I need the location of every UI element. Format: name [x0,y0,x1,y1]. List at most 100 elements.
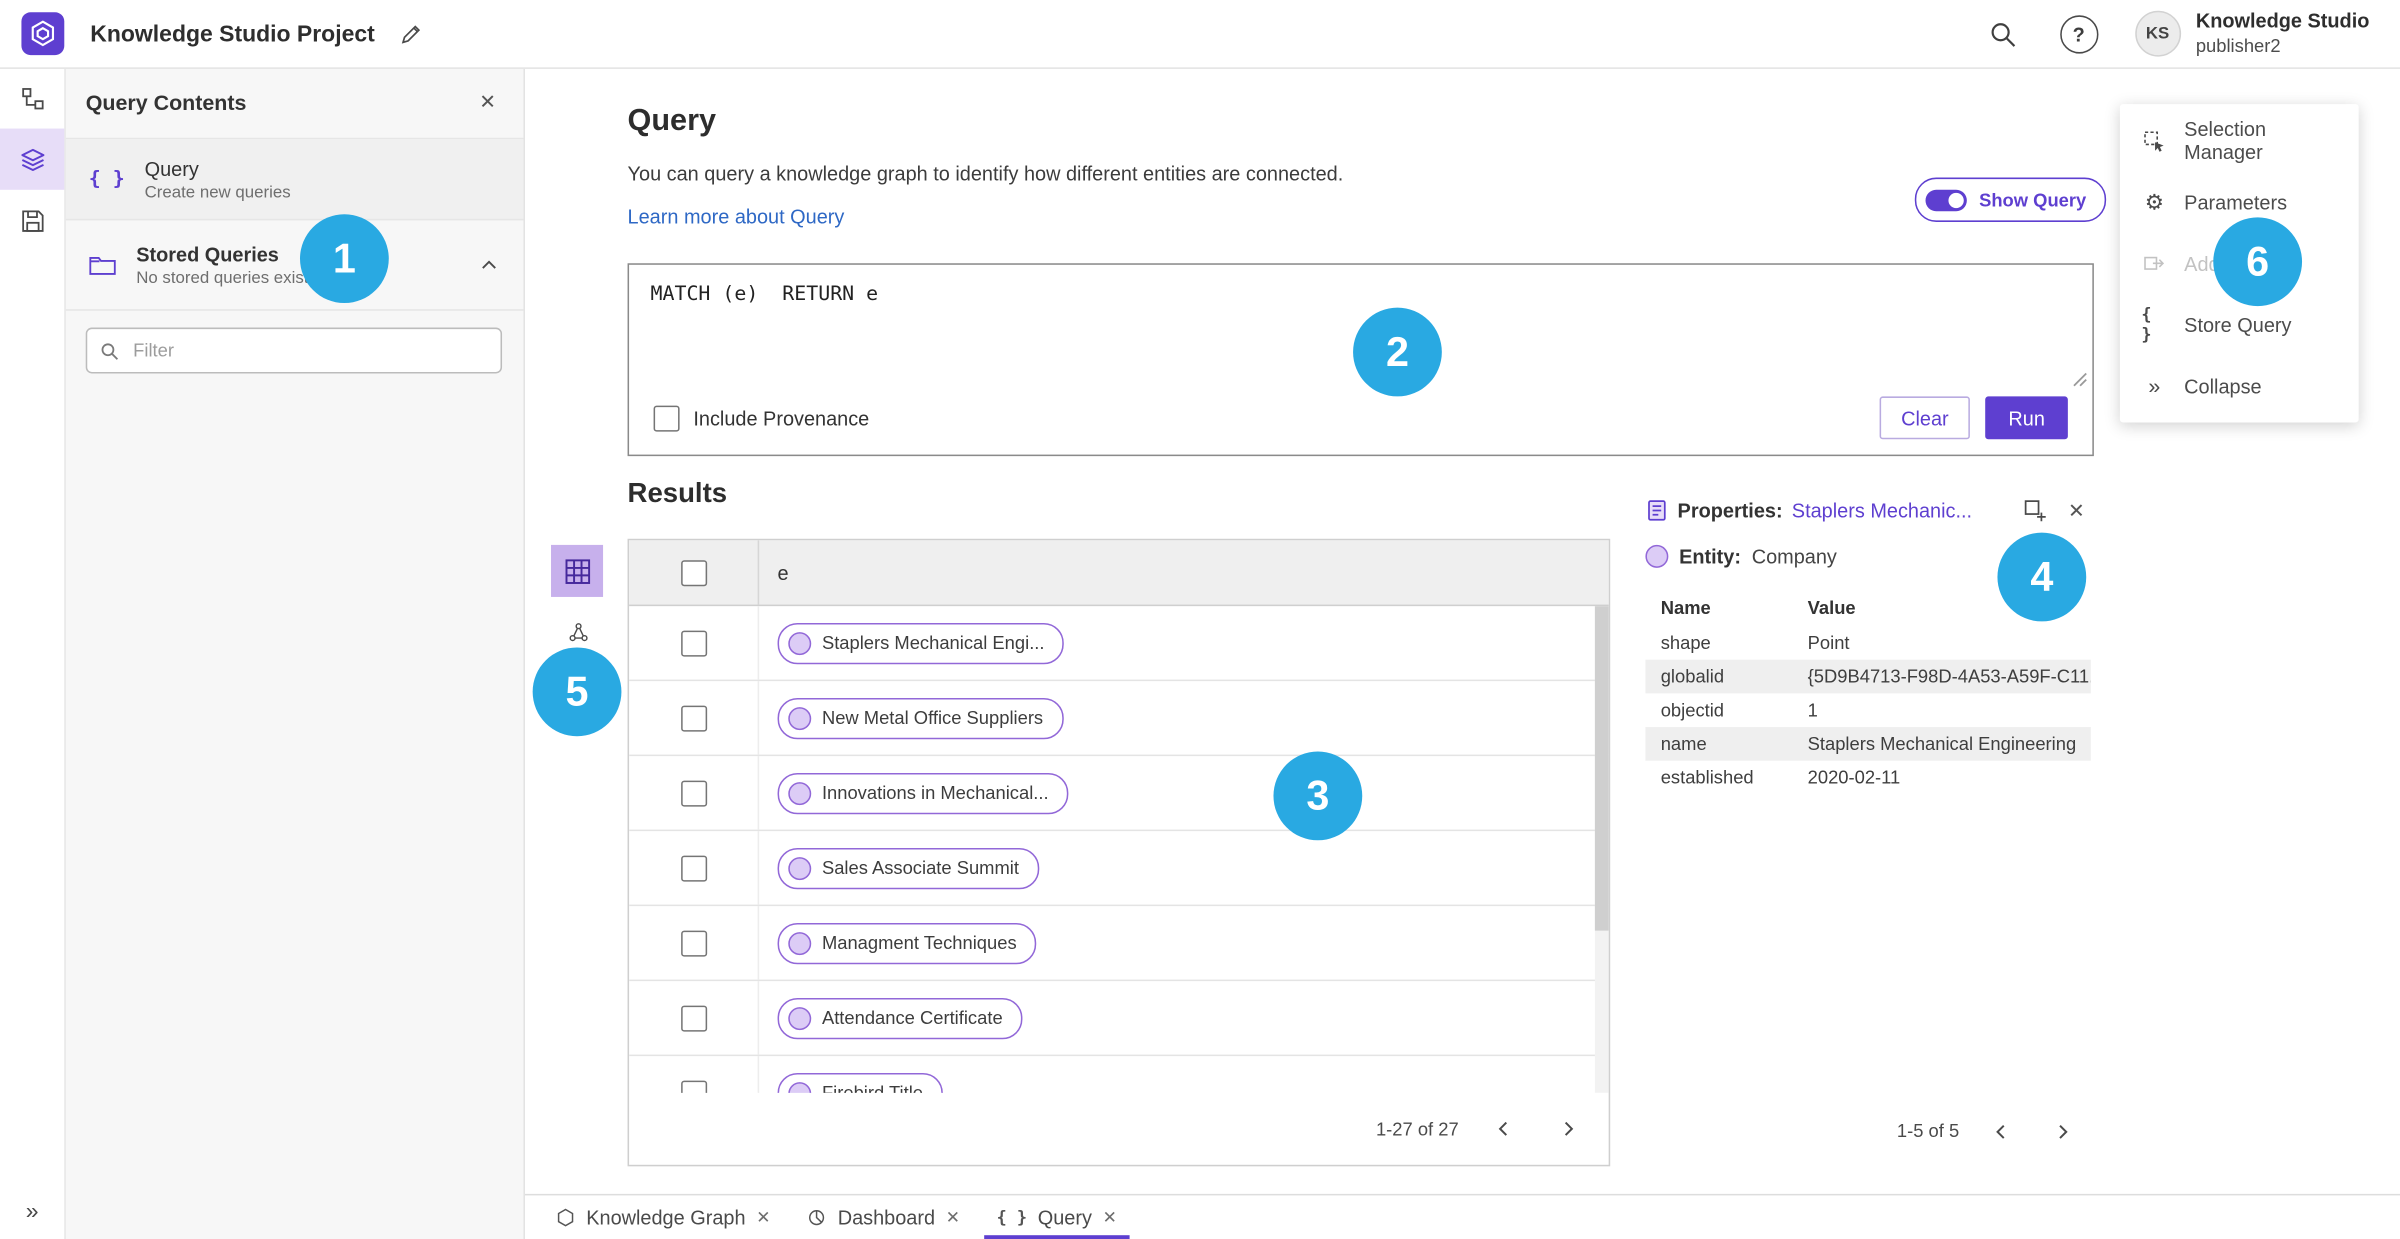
sidebar-item-stored-queries[interactable]: Stored Queries No stored queries exist [64,220,524,311]
close-tab-icon[interactable]: ✕ [946,1207,960,1226]
chevron-up-icon [482,259,496,268]
prev-page-button[interactable] [1981,1111,2021,1151]
left-icon-rail: » [0,67,66,1239]
rail-item-save[interactable] [0,190,64,251]
property-name: established [1660,766,1754,789]
show-query-toggle[interactable]: Show Query [1914,177,2107,222]
toggle-track [1925,189,1967,211]
graph-view-button[interactable] [559,612,599,652]
table-scrollbar-track [1594,606,1609,1093]
clear-button[interactable]: Clear [1879,396,1971,440]
close-tab-icon[interactable]: ✕ [756,1207,770,1226]
show-query-label: Show Query [1979,189,2087,211]
close-tab-icon[interactable]: ✕ [1103,1207,1117,1226]
include-provenance-checkbox[interactable] [653,404,680,431]
main-content: Query You can query a knowledge graph to… [525,67,2400,1239]
entity-dot-icon [788,781,812,805]
hierarchy-icon [21,87,43,109]
close-panel-button[interactable]: ✕ [473,87,502,118]
entity-dot-icon [788,1006,812,1030]
search-icon [1990,22,2015,47]
annotation-badge-5: 5 [532,647,622,737]
editor-footer: Include Provenance Clear Run [653,395,2068,441]
query-code[interactable]: MATCH (e) RETURN e [651,283,879,306]
entity-dot-icon [788,1081,812,1093]
filter-input[interactable] [130,338,489,363]
row-checkbox[interactable] [680,1079,707,1093]
account-info: Knowledge Studio publisher2 [2196,10,2370,58]
properties-entity-link[interactable]: Staplers Mechanic... [1792,499,1972,522]
results-table: e Staplers Mechanical Engi... New Metal … [627,538,1611,1167]
query-contents-header: Query Contents ✕ [64,67,524,140]
column-header-name: Name [1660,596,1711,619]
next-page-button[interactable] [2042,1111,2082,1151]
chevron-left-icon [1995,1124,2004,1139]
entity-dot-icon [1645,544,1669,568]
entity-pill[interactable]: Innovations in Mechanical... [777,772,1069,814]
entity-dot-icon [788,856,812,880]
top-bar: Knowledge Studio Project ? KS Knowledge … [0,0,2400,69]
menu-item-selection-manager[interactable]: Selection Manager [2120,110,2359,171]
add-to-icon [2144,256,2165,270]
property-value: 2020-02-11 [1807,766,1901,789]
table-footer: 1-27 of 27 [629,1093,1609,1165]
tab-label: Knowledge Graph [586,1205,746,1229]
help-button[interactable]: ? [2059,14,2098,53]
prev-page-button[interactable] [1483,1109,1523,1149]
app-logo[interactable] [21,12,65,56]
menu-item-store-query[interactable]: { } Store Query [2120,294,2359,355]
query-item-label: Query [144,156,199,180]
search-button[interactable] [1982,13,2023,54]
resize-handle[interactable] [2072,372,2087,387]
row-checkbox[interactable] [680,779,707,806]
entity-label: Entity: [1679,544,1741,568]
row-checkbox[interactable] [680,1004,707,1031]
collapse-section-button[interactable] [476,252,502,278]
menu-item-collapse[interactable]: » Collapse [2120,355,2359,416]
table-view-button[interactable] [551,544,604,597]
next-page-button[interactable] [1547,1109,1587,1149]
tab-query[interactable]: { } Query ✕ [978,1195,1135,1239]
entity-dot-icon [788,931,812,955]
properties-footer: 1-5 of 5 [1645,1105,2090,1157]
entity-pill[interactable]: Staplers Mechanical Engi... [777,622,1065,664]
entity-pill[interactable]: Attendance Certificate [777,997,1023,1039]
select-all-checkbox[interactable] [680,559,707,586]
entity-pill[interactable]: Managment Techniques [777,922,1037,964]
sidebar-item-query[interactable]: { } Query Create new queries [64,139,524,221]
row-checkbox[interactable] [680,854,707,881]
property-name: objectid [1660,699,1725,721]
entity-pill-label: Sales Associate Summit [821,857,1019,879]
query-item-description: Create new queries [144,182,291,202]
menu-item-label: Selection Manager [2184,117,2267,164]
add-to-selection-button[interactable] [2017,493,2052,528]
row-checkbox[interactable] [680,629,707,656]
results-pagination-text: 1-27 of 27 [1375,1118,1459,1140]
table-scrollbar[interactable] [1594,606,1609,931]
run-button[interactable]: Run [1985,396,2068,440]
entity-pill[interactable]: New Metal Office Suppliers [777,697,1064,739]
properties-icon [1648,500,1666,521]
link-chart-icon [569,623,588,642]
property-name: name [1660,733,1707,755]
entity-pill[interactable]: Sales Associate Summit [777,847,1039,889]
tab-dashboard[interactable]: Dashboard ✕ [789,1195,979,1239]
entity-pill[interactable]: Firebird Title [777,1072,943,1093]
close-properties-button[interactable]: ✕ [2062,495,2091,526]
edit-title-button[interactable] [396,19,425,48]
stored-queries-description: No stored queries exist [136,268,309,287]
properties-table: Name Value shape Point globalid {5D9B471… [1645,589,2091,794]
learn-more-link[interactable]: Learn more about Query [628,205,845,228]
annotation-badge-1: 1 [300,214,389,304]
rail-item-hierarchy[interactable] [0,67,64,128]
rail-item-layers[interactable] [0,128,65,190]
result-row: Innovations in Mechanical... [629,756,1609,832]
row-checkbox[interactable] [680,929,707,956]
row-checkbox[interactable] [680,704,707,731]
avatar[interactable]: KS [2134,10,2181,57]
annotation-badge-4: 4 [1997,532,2087,622]
tab-knowledge-graph[interactable]: Knowledge Graph ✕ [537,1195,788,1239]
bottom-tab-bar: Knowledge Graph ✕ Dashboard ✕ { } Query … [525,1193,2400,1239]
expand-rail-button[interactable]: » [0,1190,64,1233]
save-icon [21,209,43,232]
